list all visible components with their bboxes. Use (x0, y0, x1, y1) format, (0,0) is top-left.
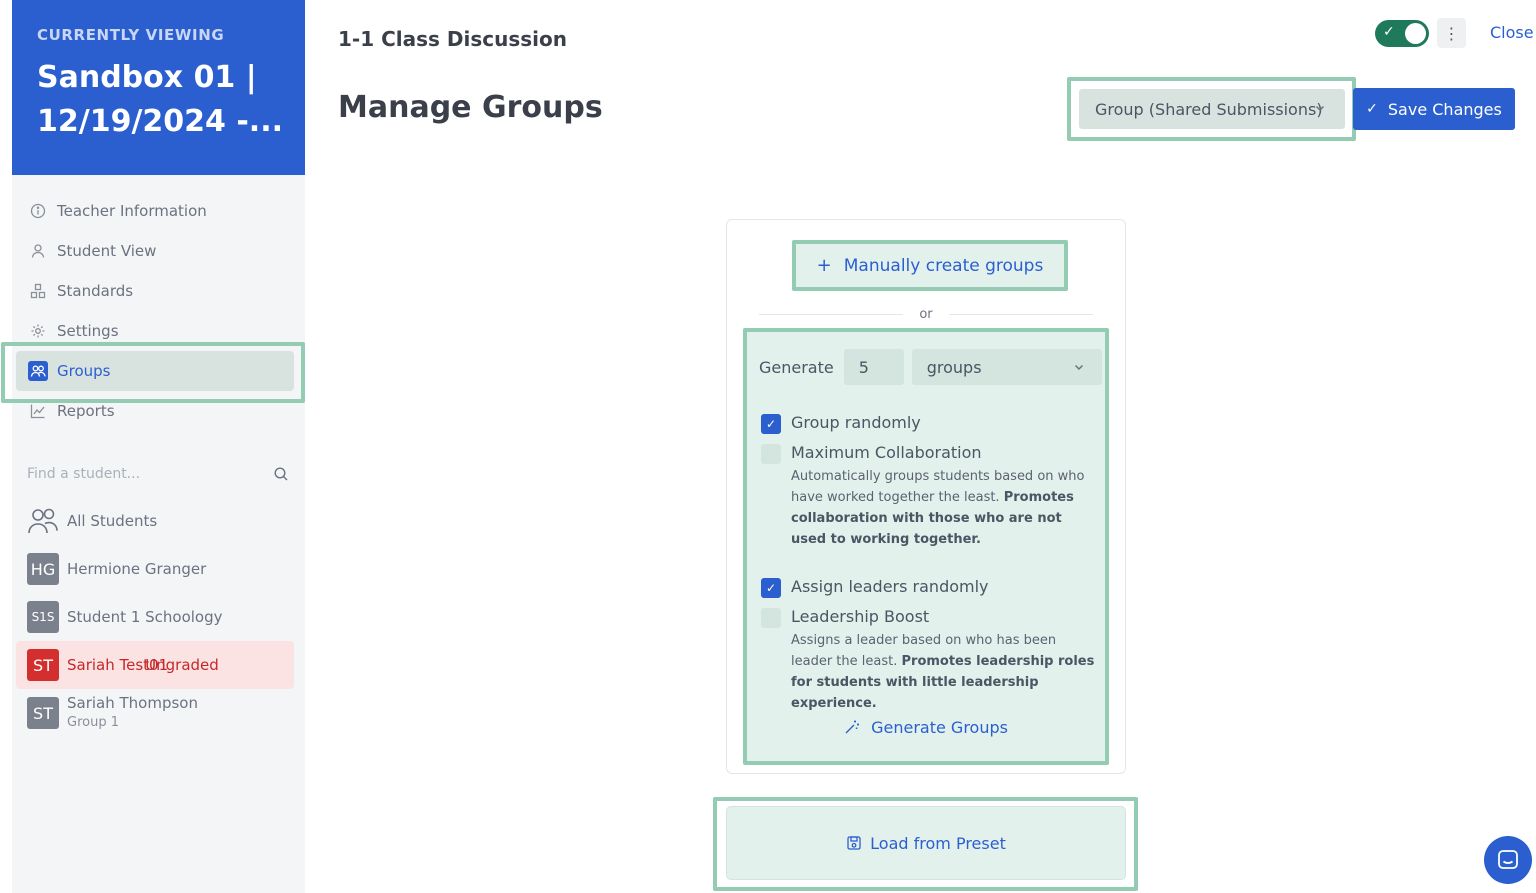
option-description: Assigns a leader based on who has been l… (791, 630, 1096, 714)
preset-label: Load from Preset (870, 833, 1006, 853)
student-name: All Students (67, 512, 158, 530)
page-title: Manage Groups (338, 90, 603, 125)
chevron-down-icon (1315, 105, 1325, 112)
student-item-all[interactable]: All Students (12, 497, 305, 545)
student-name: Sariah Thompson (67, 694, 198, 712)
group-unit-value: groups (926, 357, 982, 377)
check-icon: ✓ (1366, 101, 1378, 117)
option-title: Assign leaders randomly (791, 577, 989, 596)
group-mode-select[interactable]: Group (Shared Submissions) (1079, 89, 1345, 129)
sidebar-item-label: Standards (57, 282, 134, 300)
sidebar-item-label: Teacher Information (57, 202, 207, 220)
groups-icon (28, 361, 48, 381)
manually-create-groups-button[interactable]: + Manually create groups (796, 244, 1064, 287)
visibility-toggle[interactable]: ✓ (1375, 20, 1429, 47)
chart-icon (28, 401, 48, 421)
group-unit-select[interactable]: groups (911, 349, 1102, 385)
all-students-icon (27, 505, 59, 537)
sidebar: CURRENTLY VIEWING Sandbox 01 | 12/19/202… (1, 0, 305, 893)
save-icon (847, 836, 861, 850)
assign-leaders-checkbox[interactable]: ✓ (761, 578, 781, 598)
option-title: Group randomly (791, 413, 921, 432)
sidebar-item-reports[interactable]: Reports (12, 391, 305, 431)
or-divider: or (759, 304, 1093, 324)
group-randomly-checkbox[interactable]: ✓ (761, 414, 781, 434)
student-search-input[interactable] (27, 466, 273, 482)
sidebar-item-label: Student View (57, 242, 157, 260)
kebab-icon: ⋮ (1443, 23, 1460, 43)
maximum-collaboration-checkbox[interactable] (761, 444, 781, 464)
sidebar-item-label: Settings (57, 322, 119, 340)
avatar: S1S (27, 601, 59, 633)
currently-viewing-label: CURRENTLY VIEWING (37, 26, 225, 44)
sidebar-item-label: Reports (57, 402, 115, 420)
sidebar-item-student-view[interactable]: Student View (12, 231, 305, 271)
sidebar-item-label: Groups (57, 362, 111, 380)
avatar: HG (27, 553, 59, 585)
student-item[interactable]: S1S Student 1 Schoology (12, 593, 305, 641)
search-icon[interactable] (273, 466, 289, 482)
chevron-down-icon (1074, 364, 1083, 371)
assignment-title: 1-1 Class Discussion (338, 27, 567, 51)
more-options-button[interactable]: ⋮ (1437, 18, 1466, 48)
avatar: ST (27, 697, 59, 729)
generate-label: Generate (759, 357, 834, 377)
toggle-knob (1405, 23, 1426, 44)
person-icon (28, 241, 48, 261)
standards-icon (28, 281, 48, 301)
leadership-boost-checkbox[interactable] (761, 608, 781, 628)
student-group: Group 1 (67, 715, 119, 730)
option-title: Leadership Boost (791, 607, 930, 626)
sidebar-header: CURRENTLY VIEWING Sandbox 01 | 12/19/202… (12, 0, 305, 175)
divider-line (948, 313, 1093, 315)
check-icon: ✓ (1383, 24, 1395, 40)
student-name: Student 1 Schoology (67, 608, 223, 626)
student-search (12, 455, 305, 493)
option-description: Automatically groups students based on w… (791, 466, 1096, 550)
student-item-ungraded[interactable]: ST Sariah Test01 Ungraded (12, 641, 305, 689)
plus-icon: + (816, 255, 832, 276)
manual-label: Manually create groups (843, 255, 1044, 276)
chat-launcher-button[interactable] (1484, 836, 1532, 884)
save-changes-button[interactable]: ✓ Save Changes (1353, 88, 1515, 130)
student-list: All Students HG Hermione Granger S1S Stu… (12, 497, 305, 737)
sidebar-item-standards[interactable]: Standards (12, 271, 305, 311)
student-item[interactable]: HG Hermione Granger (12, 545, 305, 593)
generate-groups-label: Generate Groups (871, 718, 1008, 737)
load-from-preset-button[interactable]: Load from Preset (726, 806, 1126, 880)
gear-icon (28, 321, 48, 341)
close-link[interactable]: Close (1490, 23, 1534, 42)
assignment-name: Sandbox 01 | 12/19/2024 -... (37, 60, 283, 139)
avatar: ST (27, 649, 59, 681)
divider-line (759, 313, 904, 315)
sidebar-nav: Teacher Information Student View Standar… (12, 175, 305, 431)
student-name: Hermione Granger (67, 560, 207, 578)
generate-groups-button[interactable]: Generate Groups (747, 718, 1105, 737)
magic-wand-icon (845, 720, 860, 734)
save-changes-label: Save Changes (1387, 99, 1502, 119)
or-label: or (919, 306, 933, 322)
sidebar-item-groups[interactable]: Groups (12, 351, 305, 391)
student-details: Sariah Thompson Group 1 (67, 693, 198, 733)
generate-row: Generate groups (759, 349, 1102, 385)
sidebar-item-teacher-information[interactable]: Teacher Information (12, 191, 305, 231)
sidebar-item-settings[interactable]: Settings (12, 311, 305, 351)
student-item[interactable]: ST Sariah Thompson Group 1 (12, 689, 305, 737)
group-mode-value: Group (Shared Submissions) (1095, 99, 1323, 119)
generate-groups-panel: Generate groups ✓ Group randomly Maximum… (747, 332, 1105, 761)
chat-icon (1498, 850, 1518, 869)
status-badge: Ungraded (145, 656, 219, 674)
option-title: Maximum Collaboration (791, 443, 982, 462)
info-icon (28, 201, 48, 221)
group-count-input[interactable] (843, 349, 904, 385)
